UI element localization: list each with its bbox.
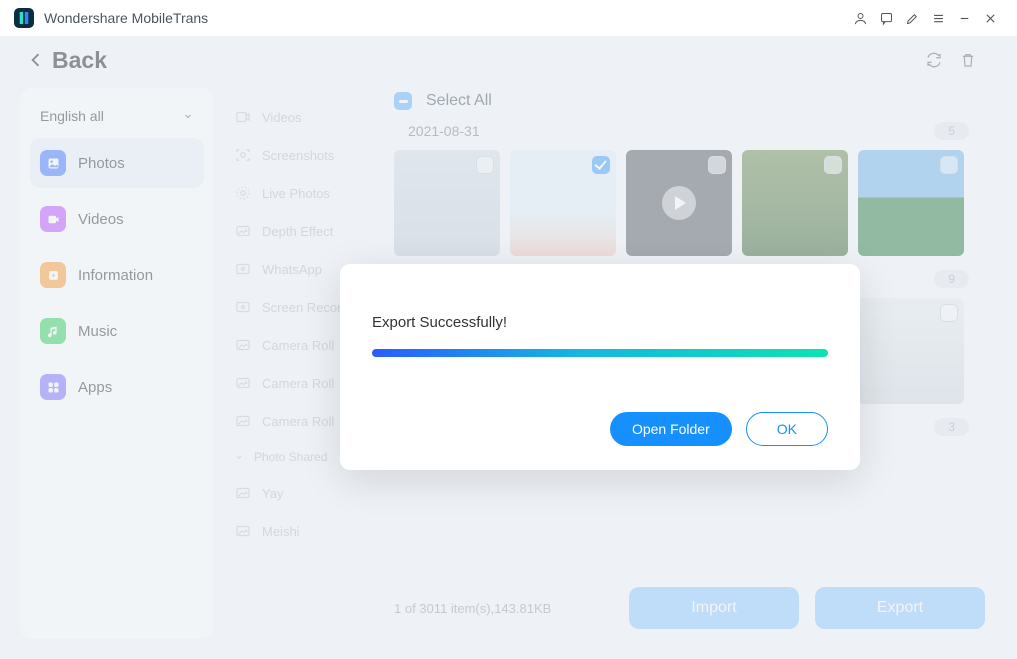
subcat-screenshots[interactable]: Screenshots	[228, 136, 390, 174]
thumbnail-grid	[394, 150, 991, 256]
language-select[interactable]: English all	[30, 102, 204, 138]
apps-icon	[40, 374, 66, 400]
export-button[interactable]: Export	[815, 587, 985, 629]
export-success-modal: Export Successfully! Open Folder OK	[340, 264, 860, 470]
back-button[interactable]: Back	[26, 47, 107, 74]
chevron-down-icon	[182, 110, 194, 122]
ok-button[interactable]: OK	[746, 412, 828, 446]
thumb-checkbox[interactable]	[824, 156, 842, 174]
subcat-depth-effect[interactable]: Depth Effect	[228, 212, 390, 250]
close-icon[interactable]	[977, 5, 1003, 31]
category-label: Apps	[78, 379, 112, 396]
progress-bar	[372, 349, 828, 357]
category-videos[interactable]: Videos	[30, 194, 204, 244]
subcat-live-photos[interactable]: Live Photos	[228, 174, 390, 212]
videos-icon	[40, 206, 66, 232]
modal-title: Export Successfully!	[372, 314, 828, 331]
count-pill: 3	[934, 418, 969, 436]
subcat-videos[interactable]: Videos	[228, 98, 390, 136]
menu-icon[interactable]	[925, 5, 951, 31]
photo-thumbnail[interactable]	[510, 150, 616, 256]
count-pill: 9	[934, 270, 969, 288]
open-folder-button[interactable]: Open Folder	[610, 412, 732, 446]
refresh-icon[interactable]	[917, 43, 951, 77]
count-pill: 5	[934, 122, 969, 140]
edit-icon[interactable]	[899, 5, 925, 31]
music-icon	[40, 318, 66, 344]
photos-icon	[40, 150, 66, 176]
thumb-checkbox[interactable]	[940, 156, 958, 174]
header: Back	[0, 36, 1017, 84]
photo-thumbnail[interactable]	[858, 150, 964, 256]
minimize-icon[interactable]	[951, 5, 977, 31]
account-icon[interactable]	[847, 5, 873, 31]
feedback-icon[interactable]	[873, 5, 899, 31]
category-label: Videos	[78, 211, 124, 228]
subcat-yay[interactable]: Yay	[228, 474, 390, 512]
app-title: Wondershare MobileTrans	[44, 10, 208, 26]
category-information[interactable]: Information	[30, 250, 204, 300]
category-music[interactable]: Music	[30, 306, 204, 356]
titlebar: Wondershare MobileTrans	[0, 0, 1017, 36]
selection-status: 1 of 3011 item(s),143.81KB	[394, 601, 551, 616]
thumb-checkbox[interactable]	[476, 156, 494, 174]
information-icon	[40, 262, 66, 288]
video-thumbnail[interactable]	[626, 150, 732, 256]
thumb-checkbox[interactable]	[708, 156, 726, 174]
back-label: Back	[52, 47, 107, 74]
photo-thumbnail[interactable]	[742, 150, 848, 256]
category-photos[interactable]: Photos	[30, 138, 204, 188]
thumb-checkbox[interactable]	[940, 304, 958, 322]
play-icon	[662, 186, 696, 220]
import-button[interactable]: Import	[629, 587, 799, 629]
footer-bar: 1 of 3011 item(s),143.81KB Import Export	[394, 587, 985, 629]
photo-thumbnail[interactable]	[394, 150, 500, 256]
date-label: 2021-08-31	[408, 123, 480, 139]
checkbox-indeterminate-icon[interactable]	[394, 92, 412, 110]
select-all-row[interactable]: Select All	[394, 92, 991, 116]
category-apps[interactable]: Apps	[30, 362, 204, 412]
trash-icon[interactable]	[951, 43, 985, 77]
language-label: English all	[40, 108, 104, 124]
category-label: Music	[78, 323, 117, 340]
category-panel: English all Photos Videos Information Mu…	[20, 88, 214, 639]
thumb-checkbox[interactable]	[592, 156, 610, 174]
photo-thumbnail[interactable]	[858, 298, 964, 404]
category-label: Information	[78, 267, 153, 284]
app-logo-icon	[14, 8, 34, 28]
select-all-label: Select All	[426, 92, 492, 110]
category-label: Photos	[78, 155, 125, 172]
subcat-meishi[interactable]: Meishi	[228, 512, 390, 550]
date-group-row[interactable]: 2021-08-31 5	[394, 116, 991, 150]
